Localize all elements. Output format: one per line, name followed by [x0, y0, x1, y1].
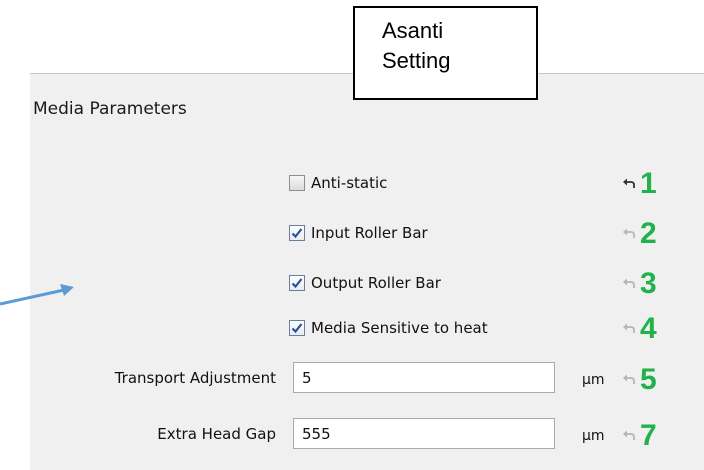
undo-arrow-icon[interactable] — [622, 276, 636, 290]
transport-adjustment-unit: µm — [582, 372, 605, 388]
anti-static-checkbox-row[interactable]: Anti-static — [289, 171, 387, 195]
output-roller-bar-checkbox-row[interactable]: Output Roller Bar — [289, 271, 441, 295]
input-roller-bar-checkbox-row[interactable]: Input Roller Bar — [289, 221, 428, 245]
extra-head-gap-unit: µm — [582, 428, 605, 444]
media-sensitive-heat-checkbox-row[interactable]: Media Sensitive to heat — [289, 316, 488, 340]
checkmark-icon — [291, 323, 303, 334]
transport-adjustment-label: Transport Adjustment — [114, 369, 276, 387]
extra-head-gap-label: Extra Head Gap — [157, 425, 276, 443]
input-roller-bar-checkbox[interactable] — [289, 225, 305, 241]
undo-arrow-icon[interactable] — [622, 226, 636, 240]
undo-arrow-icon[interactable] — [622, 321, 636, 335]
annotation-number-2: 2 — [640, 217, 657, 250]
arrow-pointer-icon — [0, 284, 74, 306]
checkmark-icon — [291, 278, 303, 289]
annotation-number-4: 4 — [640, 312, 657, 345]
undo-arrow-icon[interactable] — [622, 176, 636, 190]
annotation-number-5: 5 — [640, 363, 657, 396]
anti-static-label: Anti-static — [311, 174, 388, 192]
anti-static-checkbox[interactable] — [289, 175, 305, 191]
undo-arrow-icon[interactable] — [622, 428, 636, 442]
input-roller-bar-label: Input Roller Bar — [311, 224, 428, 242]
undo-arrow-icon[interactable] — [622, 372, 636, 386]
annotation-number-1: 1 — [640, 167, 657, 200]
annotation-number-7: 7 — [640, 419, 657, 452]
checkmark-icon — [291, 228, 303, 239]
media-sensitive-heat-label: Media Sensitive to heat — [311, 319, 488, 337]
asanti-setting-callout: Asanti Setting — [353, 6, 538, 100]
annotation-number-3: 3 — [640, 267, 657, 300]
callout-line-1: Asanti — [382, 18, 444, 43]
output-roller-bar-label: Output Roller Bar — [311, 274, 441, 292]
transport-adjustment-input[interactable]: 5 — [293, 362, 555, 393]
section-title: Media Parameters — [33, 99, 187, 119]
extra-head-gap-input[interactable]: 555 — [293, 418, 555, 449]
media-sensitive-heat-checkbox[interactable] — [289, 320, 305, 336]
callout-line-2: Setting — [382, 48, 451, 73]
output-roller-bar-checkbox[interactable] — [289, 275, 305, 291]
